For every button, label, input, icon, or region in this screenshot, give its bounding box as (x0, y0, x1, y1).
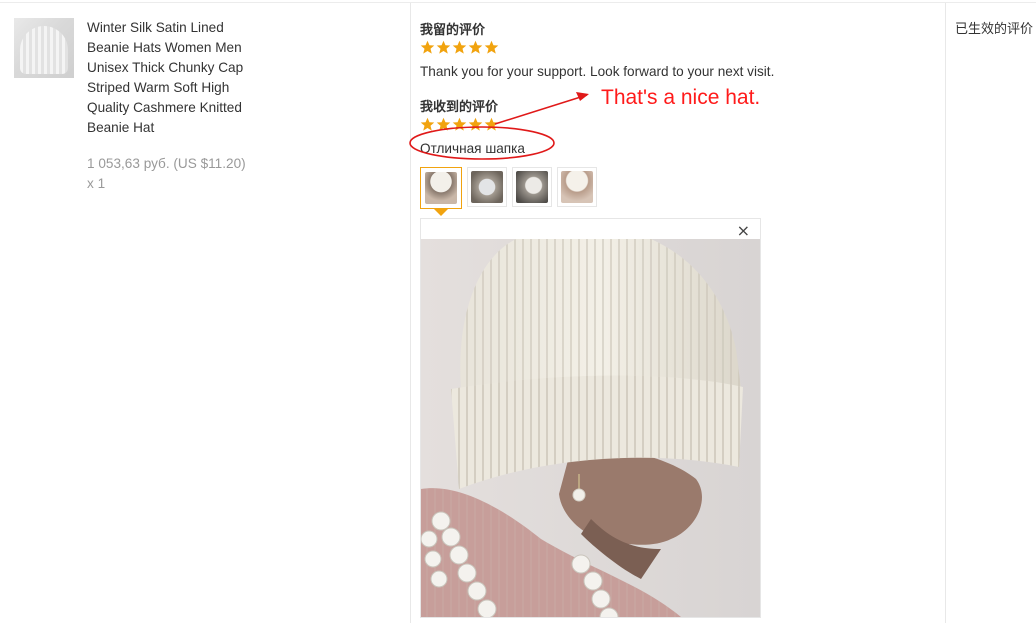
review-photo-image (516, 171, 548, 203)
review-photo-thumb-1[interactable] (420, 167, 462, 209)
review-photo-large (421, 239, 760, 617)
star-icon (484, 117, 499, 131)
column-divider-right (945, 3, 946, 623)
review-status: 已生效的评价 (955, 22, 1034, 37)
annotation-arrow (494, 94, 588, 125)
hat-photo-illustration (421, 239, 760, 617)
star-icon (436, 117, 451, 131)
review-photo-image (561, 171, 593, 203)
review-photo-thumb-3[interactable] (512, 167, 552, 207)
star-icon (468, 117, 483, 131)
close-icon[interactable]: × (737, 223, 750, 239)
received-feedback-stars (420, 117, 499, 132)
star-icon (436, 40, 451, 54)
star-icon (452, 117, 467, 131)
review-photo-thumb-2[interactable] (467, 167, 507, 207)
my-feedback-heading: 我留的评价 (420, 23, 486, 38)
column-divider-left (410, 3, 411, 623)
product-title[interactable]: Winter Silk Satin Lined Beanie Hats Wome… (87, 18, 262, 138)
top-divider (0, 2, 1036, 3)
received-feedback-heading: 我收到的评价 (420, 100, 499, 115)
review-photo-thumb-4[interactable] (557, 167, 597, 207)
star-icon (452, 40, 467, 54)
annotation-arrowhead (576, 92, 589, 101)
review-photo-strip (420, 167, 597, 209)
review-photo-image (425, 172, 457, 204)
review-photo-image (471, 171, 503, 203)
received-feedback-text: Отличная шапка (420, 141, 525, 156)
star-icon (484, 40, 499, 54)
product-quantity: x 1 (87, 176, 106, 191)
star-icon (420, 40, 435, 54)
my-feedback-text: Thank you for your support. Look forward… (420, 64, 775, 79)
star-icon (468, 40, 483, 54)
active-thumb-pointer (434, 209, 448, 216)
product-price: 1 053,63 руб. (US $11.20) (87, 156, 246, 171)
my-feedback-stars (420, 40, 499, 55)
photo-viewer: × (420, 218, 761, 618)
product-thumbnail[interactable] (14, 18, 74, 78)
annotation-text: That's a nice hat. (601, 86, 761, 109)
star-icon (420, 117, 435, 131)
